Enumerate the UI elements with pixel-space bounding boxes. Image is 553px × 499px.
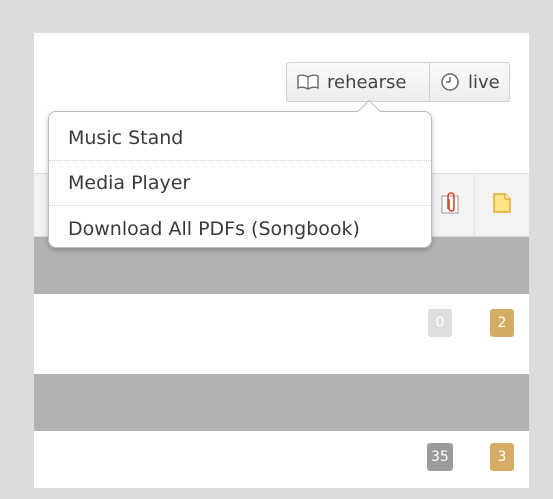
note-icon	[491, 191, 513, 219]
live-button[interactable]: live	[430, 62, 510, 102]
table-row[interactable]: 0 2	[34, 294, 529, 374]
attachment-count-badge: 35	[427, 443, 453, 471]
app-frame: rehearse live 0 2 35 3	[34, 33, 529, 488]
clock-icon	[440, 72, 460, 92]
book-icon	[297, 74, 319, 90]
note-count-badge: 3	[490, 443, 514, 471]
group-header	[34, 374, 529, 431]
paperclip-icon	[439, 191, 461, 219]
rehearse-dropdown-menu: Music Stand Media Player Download All PD…	[48, 99, 432, 251]
rehearse-label: rehearse	[327, 71, 407, 93]
attachment-count-badge: 0	[428, 309, 452, 337]
menu-item-media-player[interactable]: Media Player	[49, 161, 431, 206]
notes-column-header[interactable]	[474, 174, 529, 236]
note-count-badge: 2	[490, 309, 514, 337]
menu-item-music-stand[interactable]: Music Stand	[49, 116, 431, 161]
live-label: live	[468, 71, 500, 93]
menu-item-download-all-pdfs[interactable]: Download All PDFs (Songbook)	[49, 206, 431, 251]
rehearse-button[interactable]: rehearse	[286, 62, 430, 102]
table-row[interactable]: 35 3	[34, 431, 529, 488]
